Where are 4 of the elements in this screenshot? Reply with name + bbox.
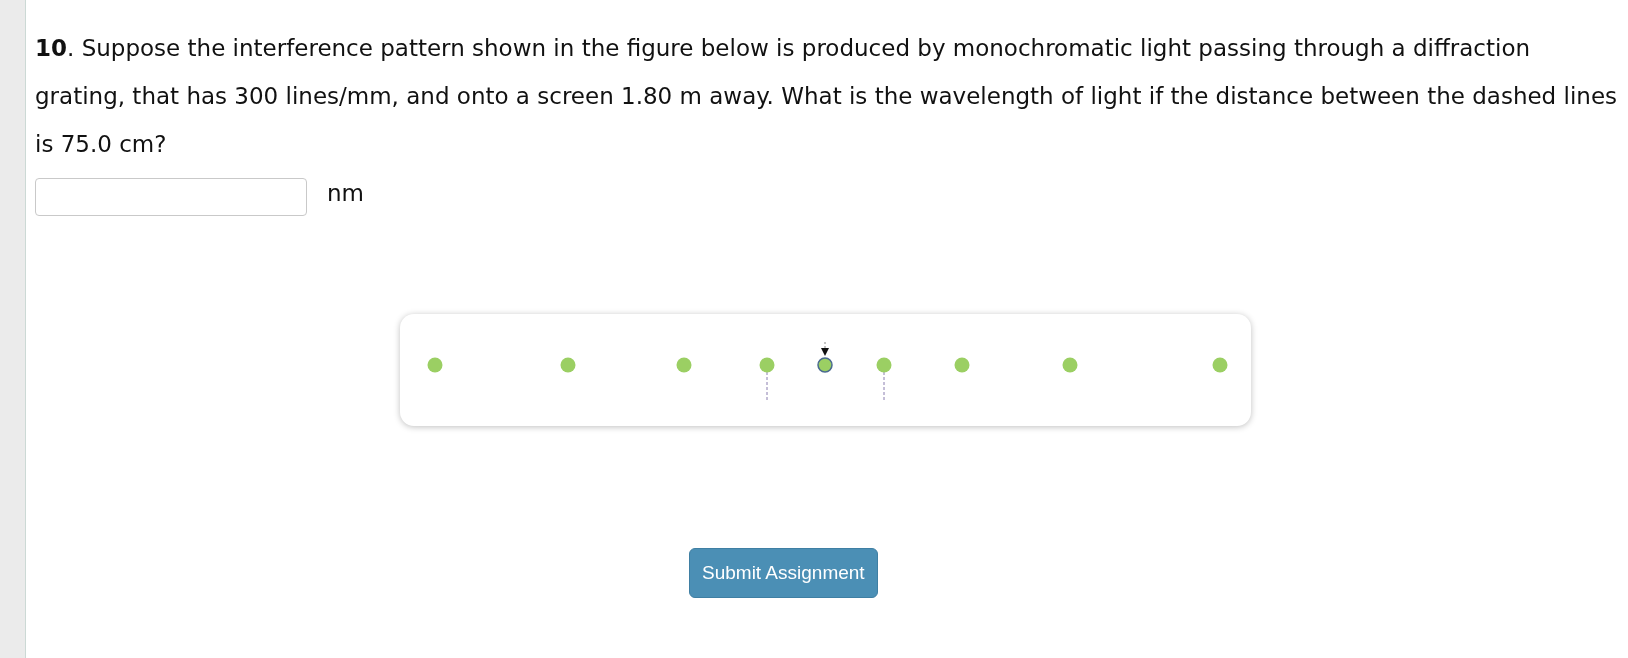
submit-button[interactable]: Submit Assignment (689, 548, 878, 598)
answer-field[interactable] (35, 178, 307, 216)
unit-label: nm (327, 182, 364, 204)
question-text: 10. Suppose the interference pattern shown in the figure below is produced by monochromatic light passing through a diffraction grating, that has 300 lines/mm, and onto a screen 1.80 m away. What is the wavelength of light if the distance between the dashed lines is 75.0 cm? (35, 34, 1618, 159)
